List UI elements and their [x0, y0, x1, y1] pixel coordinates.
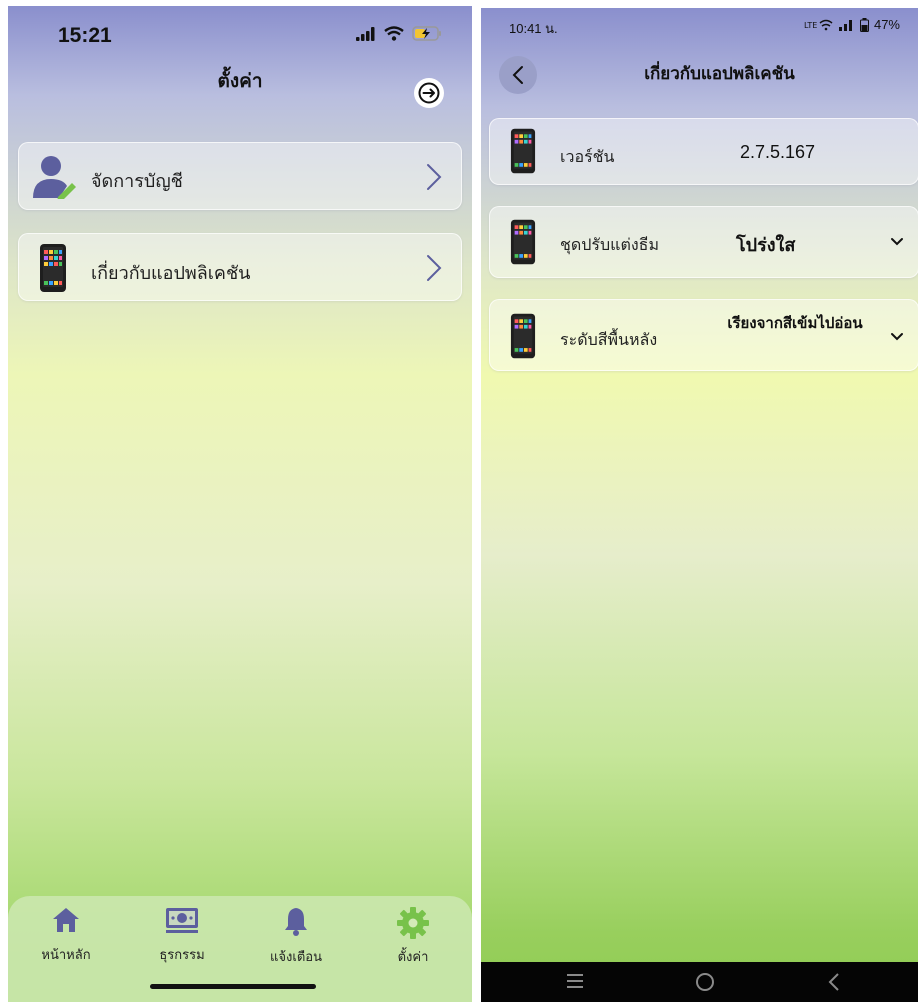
chevron-down-icon — [891, 333, 903, 341]
battery-charging-icon — [412, 26, 441, 41]
banknote-icon — [166, 908, 198, 933]
tab-notifications[interactable]: แจ้งเตือน — [251, 906, 341, 967]
tab-transactions[interactable]: ธุรกรรม — [137, 906, 227, 965]
about-app-screen: 10:41 น. LTE 47% เกี่ยวกับแอปพลิเคชัน เว… — [481, 8, 918, 1002]
smartphone-icon — [510, 219, 536, 265]
logout-arrow-icon — [418, 82, 440, 104]
tab-label: แจ้งเตือน — [270, 950, 322, 965]
smartphone-icon — [510, 128, 536, 174]
tab-label: ธุรกรรม — [159, 948, 205, 963]
theme-select[interactable]: ชุดปรับแต่งธีม โปร่งใส — [489, 206, 918, 278]
wifi-icon — [384, 26, 404, 41]
menu-item-label: เกี่ยวกับแอปพลิเคชัน — [91, 263, 251, 284]
chevron-right-icon — [427, 164, 442, 190]
row-label: เวอร์ชัน — [560, 147, 615, 166]
user-edit-icon — [33, 156, 76, 199]
status-icons — [356, 26, 442, 41]
system-navigation-bar — [481, 962, 918, 1002]
status-time: 10:41 น. — [509, 21, 558, 36]
chevron-right-icon — [427, 255, 442, 281]
home-indicator[interactable] — [150, 984, 316, 989]
gear-icon — [397, 907, 429, 939]
page-title: ตั้งค่า — [217, 70, 263, 92]
status-time: 15:21 — [58, 24, 112, 47]
theme-value: โปร่งใส — [736, 235, 796, 256]
tab-home[interactable]: หน้าหลัก — [21, 906, 111, 965]
background-level-select[interactable]: ระดับสีพื้นหลัง เรียงจากสีเข้มไปอ่อน — [489, 299, 918, 371]
version-row: เวอร์ชัน 2.7.5.167 — [489, 118, 918, 185]
version-value: 2.7.5.167 — [740, 142, 816, 162]
logout-button[interactable] — [414, 78, 444, 108]
smartphone-icon — [510, 313, 536, 359]
volte-wifi-icon: LTE — [804, 19, 833, 31]
menu-item-label: จัดการบัญชี — [91, 171, 183, 192]
settings-screen: 15:21 ตั้งค่า จัดการบัญชี เกี่ยวกับแอปพล… — [8, 6, 472, 1002]
home-circle-icon[interactable] — [695, 972, 715, 992]
tab-label: หน้าหลัก — [41, 948, 91, 963]
battery-icon — [859, 17, 869, 32]
signal-icon — [838, 19, 852, 31]
svg-text:LTE: LTE — [804, 21, 817, 30]
signal-icon — [356, 26, 375, 41]
recent-apps-icon[interactable] — [565, 972, 585, 990]
status-icons: LTE 47% — [804, 17, 900, 32]
home-icon — [53, 908, 79, 932]
tab-label: ตั้งค่า — [397, 950, 429, 965]
row-label: ระดับสีพื้นหลัง — [560, 330, 658, 349]
menu-item-account[interactable]: จัดการบัญชี — [18, 142, 462, 210]
chevron-down-icon — [891, 238, 903, 246]
background-level-value: เรียงจากสีเข้มไปอ่อน — [727, 314, 863, 332]
row-label: ชุดปรับแต่งธีม — [560, 235, 659, 254]
smartphone-icon — [40, 244, 66, 292]
battery-percent: 47% — [873, 17, 900, 32]
tab-settings[interactable]: ตั้งค่า — [368, 906, 458, 967]
menu-item-about[interactable]: เกี่ยวกับแอปพลิเคชัน — [18, 233, 462, 301]
back-arrow-icon[interactable] — [827, 972, 841, 992]
bell-icon — [285, 908, 307, 936]
page-title: เกี่ยวกับแอปพลิเคชัน — [644, 64, 795, 84]
